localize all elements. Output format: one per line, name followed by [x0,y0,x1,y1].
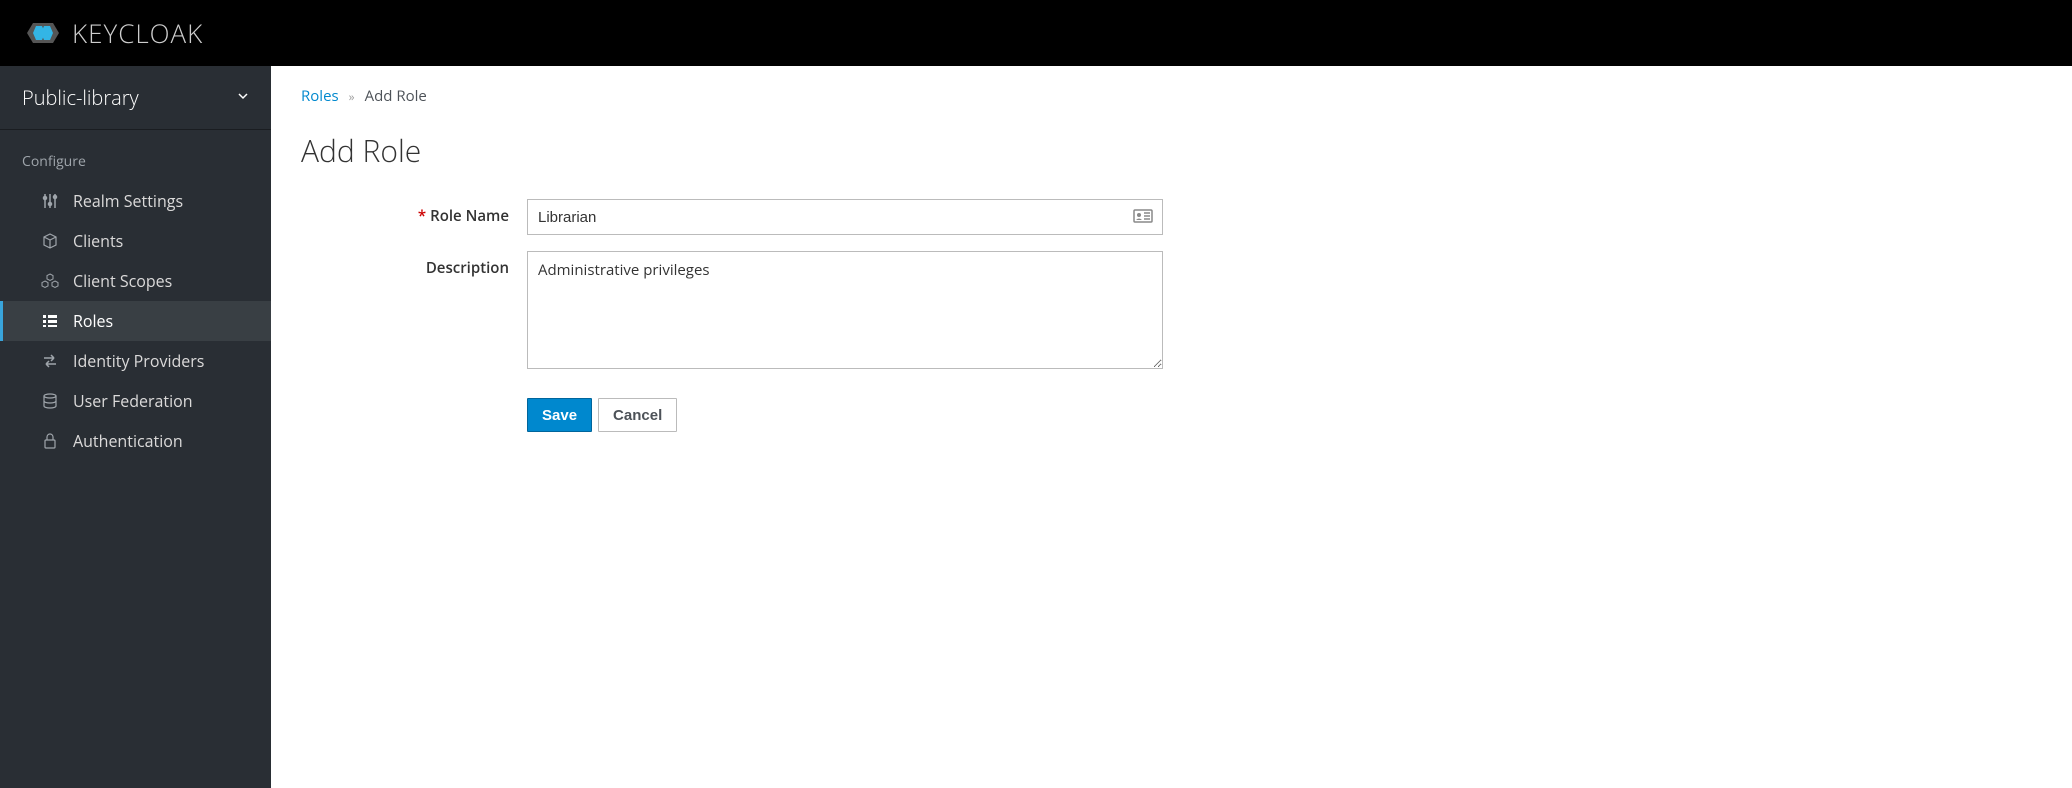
keycloak-logo-icon [26,19,66,47]
save-button[interactable]: Save [527,398,592,432]
sidebar-item-label: Clients [73,230,123,252]
form-row-buttons: Save Cancel [301,390,2042,432]
chevron-down-icon [237,88,249,107]
sliders-icon [41,192,59,210]
sidebar-item-client-scopes[interactable]: Client Scopes [0,261,271,301]
form-row-description: Description [301,251,2042,374]
sidebar-item-authentication[interactable]: Authentication [0,421,271,461]
sidebar-item-label: Roles [73,310,113,332]
sidebar: Public-library Configure Realm Settings … [0,66,271,788]
app-header: KEYCLOAK [0,0,2072,66]
list-icon [41,312,59,330]
breadcrumb-current: Add Role [365,86,427,106]
sidebar-section-configure: Configure Realm Settings Clients Client … [0,130,271,461]
form-row-role-name: *Role Name [301,199,2042,235]
breadcrumb-separator-icon: » [349,88,355,105]
sidebar-item-label: Client Scopes [73,270,172,292]
cancel-button[interactable]: Cancel [598,398,677,432]
page-title: Add Role [301,130,2042,171]
exchange-icon [41,352,59,370]
realm-name: Public-library [22,84,139,111]
description-label: Description [301,251,527,374]
role-name-input[interactable] [527,199,1163,235]
brand-logo[interactable]: KEYCLOAK [26,15,203,51]
realm-selector[interactable]: Public-library [0,66,271,130]
sidebar-item-label: User Federation [73,390,193,412]
sidebar-item-roles[interactable]: Roles [0,301,271,341]
sidebar-item-realm-settings[interactable]: Realm Settings [0,181,271,221]
cubes-icon [41,272,59,290]
sidebar-item-label: Identity Providers [73,350,204,372]
sidebar-item-label: Realm Settings [73,190,183,212]
database-icon [41,392,59,410]
brand-name: KEYCLOAK [72,15,203,51]
main-content: Roles » Add Role Add Role *Role Name Des… [271,66,2072,788]
sidebar-item-user-federation[interactable]: User Federation [0,381,271,421]
sidebar-item-label: Authentication [73,430,183,452]
breadcrumb: Roles » Add Role [301,86,2042,106]
cube-icon [41,232,59,250]
sidebar-section-heading: Configure [0,146,271,181]
sidebar-item-clients[interactable]: Clients [0,221,271,261]
description-textarea[interactable] [527,251,1163,369]
required-indicator: * [418,206,426,226]
lock-icon [41,432,59,450]
role-name-label: *Role Name [301,199,527,235]
breadcrumb-link-roles[interactable]: Roles [301,86,339,106]
sidebar-item-identity-providers[interactable]: Identity Providers [0,341,271,381]
id-card-icon [1133,207,1153,230]
